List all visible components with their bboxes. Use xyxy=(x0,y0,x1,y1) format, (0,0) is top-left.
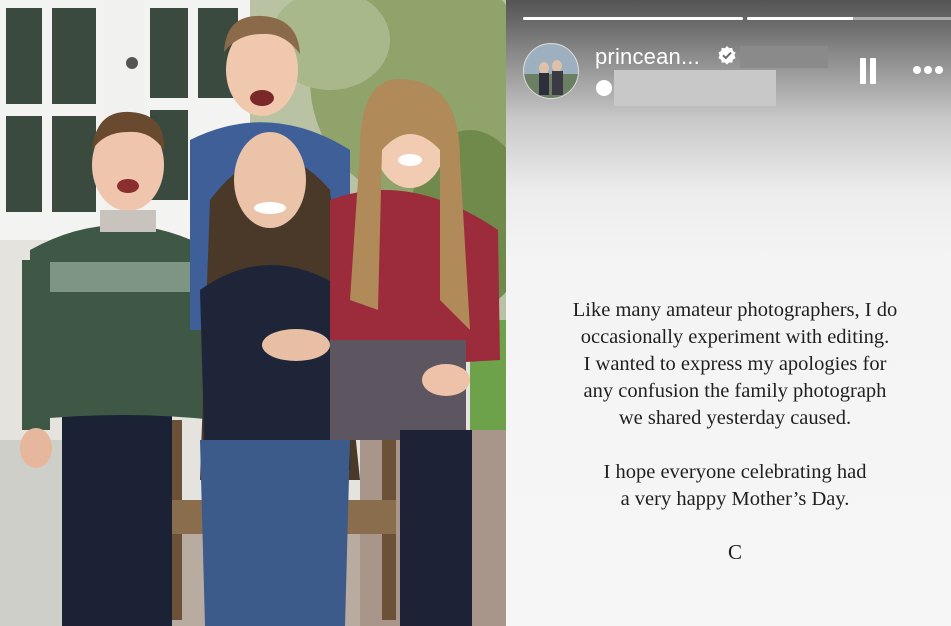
message-line: I hope everyone celebrating had xyxy=(603,461,867,483)
verified-badge-icon xyxy=(717,45,737,65)
story-viewer: princean... Like many amateur photograph… xyxy=(506,0,951,626)
message-line: occasionally experiment with editing. xyxy=(580,326,890,348)
family-photo xyxy=(0,0,506,626)
message-line: Like many amateur photographers, I do xyxy=(572,299,898,321)
username[interactable]: princean... xyxy=(595,44,700,70)
message-line: a very happy Mother’s Day. xyxy=(620,488,850,510)
message-line: we shared yesterday caused. xyxy=(618,407,852,429)
progress-fill xyxy=(523,17,743,20)
message-line: I wanted to express my apologies for xyxy=(583,353,887,375)
story-progress-segment-2 xyxy=(747,17,951,20)
pause-icon[interactable] xyxy=(858,58,878,84)
story-progress-segment-1 xyxy=(523,17,743,20)
story-message: Like many amateur photographers, I do oc… xyxy=(526,297,944,566)
redacted-area xyxy=(614,70,776,106)
progress-fill xyxy=(747,17,854,20)
redacted-area xyxy=(740,46,828,68)
story-progress-bar xyxy=(523,17,951,21)
message-line: any confusion the family photograph xyxy=(583,380,887,402)
profile-avatar[interactable] xyxy=(523,43,579,99)
status-dot xyxy=(596,80,612,96)
signature: C xyxy=(727,540,742,564)
more-options-icon[interactable] xyxy=(909,62,949,80)
